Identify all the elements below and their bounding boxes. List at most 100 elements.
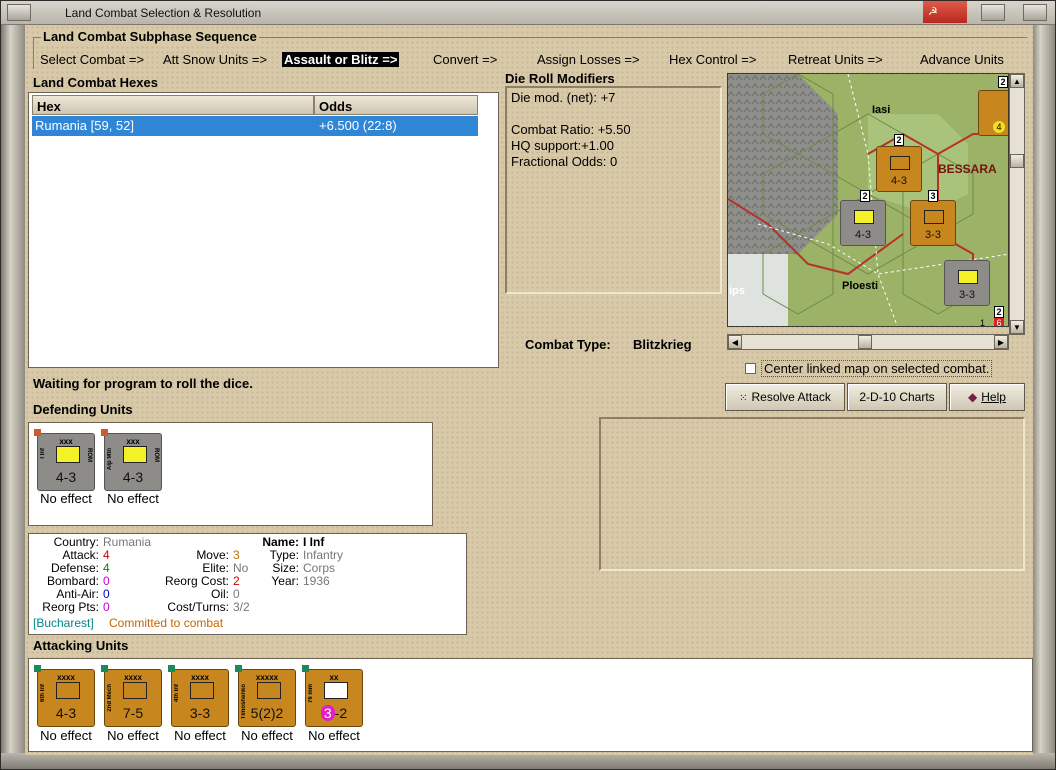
- map-label-bessara: BESSARA: [938, 162, 997, 176]
- infantry-symbol-icon: [190, 682, 214, 699]
- bottom-frame: [1, 753, 1055, 769]
- unit-nation: ROM: [86, 448, 92, 462]
- system-menu-button[interactable]: [7, 4, 31, 21]
- scroll-down-icon[interactable]: ▼: [1010, 320, 1024, 334]
- stack-count: 3: [928, 190, 938, 202]
- attacker-counter[interactable]: xxxx 4th Inf 3-3: [168, 665, 229, 727]
- defender-counter[interactable]: xxx I Inf ROM 4-3: [34, 429, 95, 491]
- map-label-ploesti: Ploesti: [842, 280, 879, 292]
- map-horizontal-scrollbar[interactable]: ◀ ▶: [727, 334, 1009, 350]
- committed-value: Committed to combat: [109, 616, 224, 630]
- die-roll-title: Die Roll Modifiers: [505, 71, 615, 86]
- content-area: Land Combat Subphase Sequence Select Com…: [25, 25, 1033, 755]
- unit-size: xxxx: [57, 673, 75, 682]
- title-bar: Land Combat Selection & Resolution ☭: [1, 1, 1055, 25]
- country-value: Rumania: [103, 535, 152, 549]
- minimize-button[interactable]: [981, 4, 1005, 21]
- scroll-thumb[interactable]: [1010, 154, 1024, 168]
- map-counter[interactable]: 3-3: [910, 200, 956, 246]
- unit-stat: 7-5: [122, 705, 144, 721]
- defender-result: No effect: [107, 491, 159, 506]
- scroll-thumb[interactable]: [858, 335, 872, 349]
- cost-turns-value: 3/2: [233, 600, 250, 614]
- reorg-pts-label: Reorg Pts:: [42, 600, 99, 614]
- unit-size: xxx: [126, 437, 140, 446]
- subphase-sequence-title: Land Combat Subphase Sequence: [41, 29, 259, 44]
- charts-button[interactable]: 2-D-10 Charts: [847, 383, 947, 411]
- resolve-attack-label: Resolve Attack: [751, 390, 831, 404]
- unit-stat: 5(2)2: [250, 705, 284, 721]
- mech-symbol-icon: [123, 682, 147, 699]
- attacker-counter[interactable]: xxxx 6th Inf 4-3: [34, 665, 95, 727]
- combat-type-label: Combat Type:: [525, 337, 611, 352]
- map-label-ips: ips: [729, 285, 745, 297]
- stack-count: 2: [998, 76, 1008, 88]
- attacker-counter[interactable]: xxxxx Timoshenko 5(2)2: [235, 665, 296, 727]
- map-vertical-scrollbar[interactable]: ▲ ▼: [1009, 73, 1025, 335]
- map-counter-stat: 4-3: [891, 175, 907, 187]
- unit-size: xxxxx: [255, 673, 279, 682]
- artillery-symbol-icon: [324, 682, 348, 699]
- unit-name: 4th Inf: [174, 684, 180, 702]
- map-counter-stat: 4-3: [855, 229, 871, 241]
- combat-ratio-line: Combat Ratio: +5.50: [511, 122, 631, 137]
- map-counter-badge: 4: [993, 121, 1005, 133]
- unit-nation: ROM: [153, 448, 159, 462]
- center-map-checkbox[interactable]: [745, 363, 756, 374]
- mountain-symbol-icon: [123, 446, 147, 463]
- hq-support-line: HQ support:+1.00: [511, 138, 614, 153]
- help-label: Help: [981, 390, 1006, 404]
- center-map-label[interactable]: Center linked map on selected combat.: [761, 360, 993, 377]
- hex-column-header[interactable]: Hex: [32, 95, 314, 115]
- defender-counter[interactable]: xxx Alp Mtn ROM 4-3: [101, 429, 162, 491]
- odds-column-header[interactable]: Odds: [314, 95, 478, 115]
- hex-cell: Rumania [59, 52]: [35, 118, 135, 133]
- reorg-pts-value: 0: [103, 600, 110, 614]
- help-button[interactable]: ◆ Help: [949, 383, 1025, 411]
- die-mod-line: Die mod. (net): +7: [511, 90, 616, 105]
- linked-map[interactable]: Iasi BESSARA Ploesti ips 4-3 4-3 3-3 3-3…: [727, 73, 1009, 327]
- location-value: [Bucharest]: [33, 616, 94, 630]
- status-pip-icon: [34, 665, 41, 672]
- unit-name: 6th Inf: [40, 684, 46, 702]
- map-counter[interactable]: 4-3: [876, 146, 922, 192]
- attacking-title: Attacking Units: [33, 638, 129, 653]
- resolve-attack-button[interactable]: ⁙ Resolve Attack: [725, 383, 845, 411]
- die-roll-box: Die mod. (net): +7 Combat Ratio: +5.50 H…: [505, 86, 722, 294]
- status-pip-icon: [168, 665, 175, 672]
- seq-assault-or-blitz: Assault or Blitz =>: [282, 52, 400, 67]
- map-counter[interactable]: 3-3: [944, 260, 990, 306]
- seq-select-combat: Select Combat =>: [40, 52, 145, 67]
- combat-result-panel: [599, 417, 1025, 571]
- unit-stat: 3-3: [189, 705, 211, 721]
- unit-name: I Inf: [40, 448, 46, 459]
- maximize-button[interactable]: [1023, 4, 1047, 21]
- hq-symbol-icon: [257, 682, 281, 699]
- year-label: Year:: [271, 574, 299, 588]
- map-counter[interactable]: 4: [978, 90, 1008, 136]
- combat-type-value: Blitzkrieg: [633, 337, 692, 352]
- attacker-counter[interactable]: xxxx 2nd Mech 7-5: [101, 665, 162, 727]
- unit-size: xxxx: [124, 673, 142, 682]
- map-counter-stat: 3-3: [959, 289, 975, 301]
- attacker-counter[interactable]: xx 76 mm 3 -2: [302, 665, 363, 727]
- infantry-symbol-icon: [56, 682, 80, 699]
- cost-turns-label: Cost/Turns:: [167, 600, 229, 614]
- table-row[interactable]: Rumania [59, 52] +6.500 (22:8): [32, 116, 478, 136]
- right-frame: [1031, 25, 1055, 755]
- scroll-right-icon[interactable]: ▶: [994, 335, 1008, 349]
- combat-window: Land Combat Selection & Resolution ☭ Lan…: [0, 0, 1056, 770]
- scroll-left-icon[interactable]: ◀: [728, 335, 742, 349]
- scroll-up-icon[interactable]: ▲: [1010, 74, 1024, 88]
- map-label-iasi: Iasi: [872, 104, 891, 116]
- hexes-title: Land Combat Hexes: [33, 75, 158, 90]
- stack-count: 2: [994, 306, 1004, 318]
- map-counter-selected[interactable]: 4-3: [840, 200, 886, 246]
- fractional-odds-line: Fractional Odds: 0: [511, 154, 618, 169]
- close-button[interactable]: ☭: [923, 1, 967, 23]
- infantry-symbol-icon: [56, 446, 80, 463]
- status-text: Waiting for program to roll the dice.: [33, 376, 253, 391]
- seq-advance-units: Advance Units: [920, 52, 1004, 67]
- stack-count: 2: [860, 190, 870, 202]
- odds-cell: +6.500 (22:8): [319, 118, 397, 133]
